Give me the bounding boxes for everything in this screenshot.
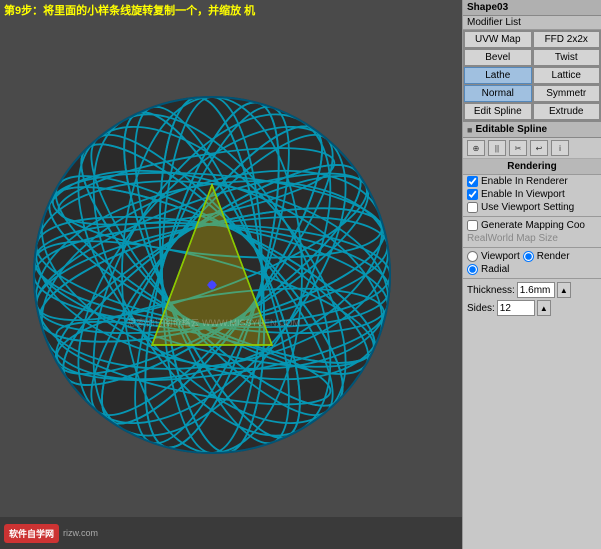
separator-1 <box>463 216 601 217</box>
modifier-edit-spline[interactable]: Edit Spline <box>464 103 532 120</box>
renderer-radio-label: Render <box>537 251 570 262</box>
enable-in-viewport-label: Enable In Viewport <box>481 189 565 200</box>
editable-spline-section[interactable]: ■ Editable Spline <box>463 122 601 138</box>
generate-mapping-label: Generate Mapping Coo <box>481 220 585 231</box>
tool-icon-undo[interactable]: ↩ <box>530 140 548 156</box>
modifier-symmetry[interactable]: Symmetr <box>533 85 601 102</box>
viewport-radio[interactable] <box>467 251 478 262</box>
tool-icon-1[interactable]: ⊕ <box>467 140 485 156</box>
realworld-map-label: RealWorld Map Size <box>467 233 558 244</box>
enable-in-viewport-option[interactable]: Enable In Viewport <box>463 188 601 201</box>
viewport-bottom-bar: 软件自学网 rizw.com <box>0 517 462 549</box>
viewport-radio-label: Viewport <box>481 251 520 262</box>
panel-title: Shape03 <box>463 0 601 16</box>
modifier-extrude[interactable]: Extrude <box>533 103 601 120</box>
sides-spin-up[interactable]: ▲ <box>537 300 551 316</box>
modifier-bevel[interactable]: Bevel <box>464 49 532 66</box>
thickness-input[interactable] <box>517 282 555 298</box>
logo-text: rizw.com <box>63 528 98 538</box>
modifier-twist[interactable]: Twist <box>533 49 601 66</box>
radial-label: Radial <box>481 264 509 275</box>
enable-in-viewport-checkbox[interactable] <box>467 189 478 200</box>
editable-spline-label: Editable Spline <box>475 124 547 135</box>
generate-mapping-option[interactable]: Generate Mapping Coo <box>463 219 601 232</box>
right-panel: Shape03 Modifier List UVW Map FFD 2x2x B… <box>462 0 601 549</box>
rendering-header: Rendering <box>463 159 601 175</box>
viewport-renderer-radio-group[interactable]: Viewport Render <box>463 250 601 263</box>
renderer-radio[interactable] <box>523 251 534 262</box>
sides-label: Sides: <box>467 303 495 314</box>
modifier-ffd[interactable]: FFD 2x2x <box>533 31 601 48</box>
sides-row: Sides: ▲ <box>463 299 601 317</box>
rendering-section: Rendering Enable In Renderer Enable In V… <box>463 159 601 549</box>
thickness-spin-up[interactable]: ▲ <box>557 282 571 298</box>
expand-icon: ■ <box>467 125 472 135</box>
radial-radio[interactable] <box>467 264 478 275</box>
watermark-text: 思索你订阅价格云 WWW.MISSYUEN.COM <box>128 316 301 329</box>
logo-badge-1: 软件自学网 <box>4 524 59 543</box>
use-viewport-setting-checkbox[interactable] <box>467 202 478 213</box>
radial-option[interactable]: Radial <box>463 263 601 276</box>
modifier-lathe[interactable]: Lathe <box>464 67 532 84</box>
3d-viewport-sphere <box>22 85 402 465</box>
modifier-normal[interactable]: Normal <box>464 85 532 102</box>
modifier-grid: UVW Map FFD 2x2x Bevel Twist Lathe Latti… <box>463 30 601 122</box>
tool-icon-info[interactable]: i <box>551 140 569 156</box>
sides-input[interactable] <box>497 300 535 316</box>
thickness-label: Thickness: <box>467 285 515 296</box>
viewport[interactable]: 第9步：将里面的小样条线旋转复制一个，并缩放 机 <box>0 0 462 549</box>
tool-icon-2[interactable]: || <box>488 140 506 156</box>
modifier-list-label: Modifier List <box>463 16 601 30</box>
separator-3 <box>463 278 601 279</box>
tool-icon-scissors[interactable]: ✂ <box>509 140 527 156</box>
enable-in-renderer-option[interactable]: Enable In Renderer <box>463 175 601 188</box>
modifier-lattice[interactable]: Lattice <box>533 67 601 84</box>
viewport-instruction-label: 第9步：将里面的小样条线旋转复制一个，并缩放 机 <box>4 4 255 19</box>
separator-2 <box>463 247 601 248</box>
thickness-row: Thickness: ▲ <box>463 281 601 299</box>
generate-mapping-checkbox[interactable] <box>467 220 478 231</box>
modifier-uvw-map[interactable]: UVW Map <box>464 31 532 48</box>
realworld-map-option: RealWorld Map Size <box>463 232 601 245</box>
enable-in-renderer-label: Enable In Renderer <box>481 176 568 187</box>
enable-in-renderer-checkbox[interactable] <box>467 176 478 187</box>
toolbar-row: ⊕ || ✂ ↩ i <box>463 138 601 159</box>
use-viewport-setting-option[interactable]: Use Viewport Setting <box>463 201 601 214</box>
use-viewport-setting-label: Use Viewport Setting <box>481 202 574 213</box>
